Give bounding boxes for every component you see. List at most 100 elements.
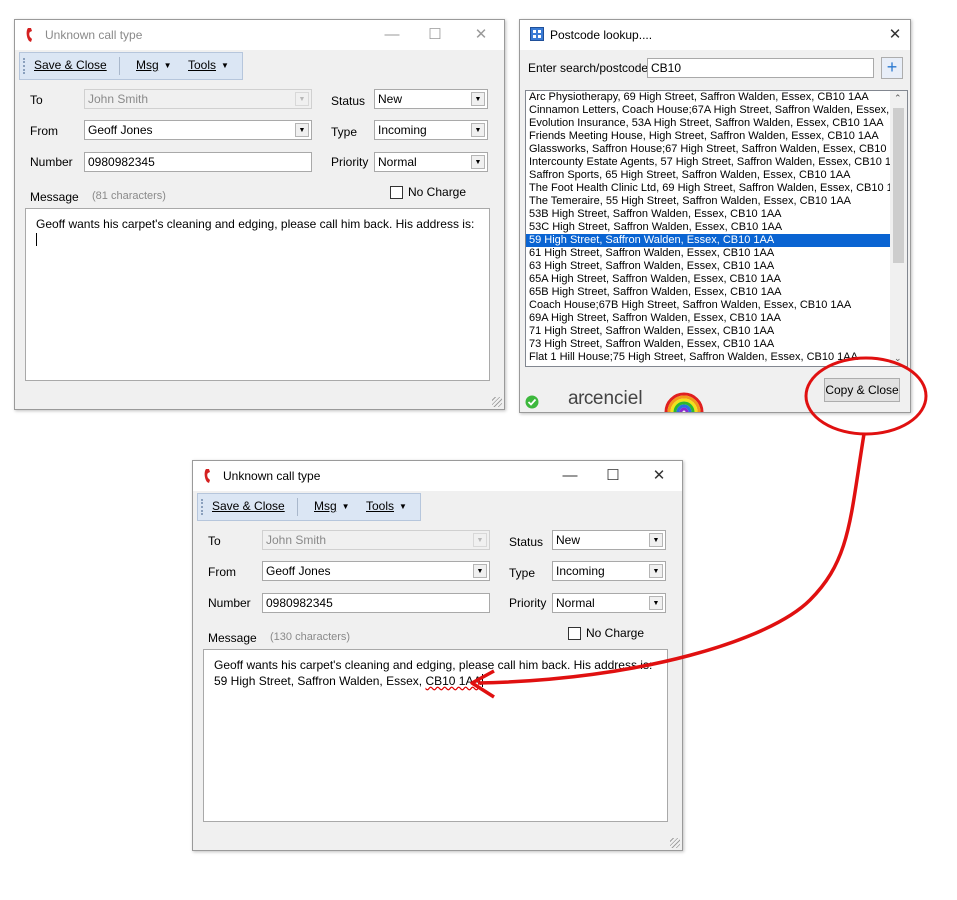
status-label: Status — [331, 94, 366, 108]
number-input[interactable]: 0980982345 — [84, 152, 312, 172]
address-list-item[interactable]: Cinnamon Letters, Coach House;67A High S… — [526, 104, 900, 117]
status-ok-icon — [525, 395, 539, 412]
toolbar-grip[interactable] — [23, 58, 27, 74]
text-caret — [36, 233, 37, 246]
type-select[interactable]: Incoming ▼ — [374, 120, 488, 140]
dropdown-arrow-icon: ▼ — [341, 502, 350, 511]
message-textarea[interactable]: Geoff wants his carpet's cleaning and ed… — [203, 649, 668, 822]
msg-menu-button[interactable]: Msg ▼ — [136, 58, 172, 72]
address-list-item[interactable]: Saffron Sports, 65 High Street, Saffron … — [526, 169, 890, 182]
message-line: Geoff wants his carpet's cleaning and ed… — [36, 217, 475, 231]
save-close-button[interactable]: Save & Close — [34, 58, 107, 72]
tools-label: Tools — [188, 58, 217, 72]
message-address-line: 59 High Street, Saffron Walden, Essex, C… — [214, 673, 657, 689]
address-list-item[interactable]: 71 High Street, Saffron Walden, Essex, C… — [526, 325, 890, 338]
toolbar-grip[interactable] — [201, 499, 205, 515]
tools-menu-button[interactable]: Tools ▼ — [188, 58, 229, 72]
toolbar-separator — [297, 498, 298, 516]
address-list-item[interactable]: 65B High Street, Saffron Walden, Essex, … — [526, 286, 890, 299]
scroll-down-icon[interactable]: ⌄ — [894, 353, 902, 364]
address-list-item[interactable]: Flat 1 Hill House;75 High Street, Saffro… — [526, 351, 890, 364]
postcode-search-input[interactable]: CB10 — [647, 58, 874, 78]
address-list-item[interactable]: 63 High Street, Saffron Walden, Essex, C… — [526, 260, 890, 273]
chevron-down-icon: ▼ — [473, 533, 487, 547]
address-list-item[interactable]: 61 High Street, Saffron Walden, Essex, C… — [526, 247, 890, 260]
from-value: Geoff Jones — [266, 564, 331, 578]
chevron-down-icon[interactable]: ▼ — [649, 564, 663, 578]
address-list-item[interactable]: Friends Meeting House, High Street, Saff… — [526, 130, 890, 143]
chevron-down-icon[interactable]: ▼ — [649, 596, 663, 610]
chevron-down-icon[interactable]: ▼ — [471, 155, 485, 169]
msg-menu-button[interactable]: Msg ▼ — [314, 499, 350, 513]
from-field[interactable]: Geoff Jones ▼ — [84, 120, 312, 140]
number-value: 0980982345 — [88, 155, 155, 169]
message-textarea[interactable]: Geoff wants his carpet's cleaning and ed… — [25, 208, 490, 381]
add-search-button[interactable]: + — [881, 57, 903, 79]
dropdown-arrow-icon: ▼ — [221, 61, 229, 70]
minimize-button[interactable]: — — [369, 20, 415, 50]
address-list-item[interactable]: 59 High Street, Saffron Walden, Essex, C… — [526, 234, 890, 247]
copy-close-button[interactable]: Copy & Close — [824, 378, 900, 402]
address-list-item[interactable]: Evolution Insurance, 53A High Street, Sa… — [526, 117, 890, 130]
to-label: To — [208, 534, 221, 548]
address-list-item[interactable]: Glassworks, Saffron House;67 High Street… — [526, 143, 903, 156]
address-results-list[interactable]: Arc Physiotherapy, 69 High Street, Saffr… — [525, 90, 908, 367]
arc-en-ciel-logo: arcenciel — [568, 388, 708, 412]
status-select[interactable]: New ▼ — [552, 530, 666, 550]
window-title: Unknown call type — [223, 469, 321, 483]
toolbar: Save & Close Msg ▼ Tools ▼ — [19, 52, 243, 80]
close-button[interactable]: ✕ — [636, 461, 682, 491]
address-list-item[interactable]: 65A High Street, Saffron Walden, Essex, … — [526, 273, 890, 286]
phone-icon — [25, 27, 37, 46]
type-select[interactable]: Incoming ▼ — [552, 561, 666, 581]
type-value: Incoming — [556, 564, 605, 578]
maximize-button[interactable]: ☐ — [590, 461, 636, 491]
close-button[interactable]: ✕ — [458, 20, 504, 50]
number-input[interactable]: 0980982345 — [262, 593, 490, 613]
address-list-item[interactable]: Intercounty Estate Agents, 57 High Stree… — [526, 156, 898, 169]
logo-text-ciel: ciel — [614, 388, 643, 409]
close-button[interactable]: ✕ — [872, 20, 918, 50]
chevron-down-icon[interactable]: ▼ — [295, 123, 309, 137]
tools-menu-button[interactable]: Tools ▼ — [366, 499, 407, 513]
maximize-button[interactable]: ☐ — [412, 20, 458, 50]
status-select[interactable]: New ▼ — [374, 89, 488, 109]
vertical-scrollbar[interactable]: ⌃ ⌄ — [890, 91, 907, 366]
priority-label: Priority — [331, 155, 369, 169]
address-list-item[interactable]: 53C High Street, Saffron Walden, Essex, … — [526, 221, 890, 234]
address-list-item[interactable]: 69A High Street, Saffron Walden, Essex, … — [526, 312, 890, 325]
address-list-item[interactable]: Arc Physiotherapy, 69 High Street, Saffr… — [526, 91, 890, 104]
no-charge-label: No Charge — [586, 626, 645, 640]
save-close-button[interactable]: Save & Close — [212, 499, 285, 513]
resize-grip[interactable] — [670, 838, 680, 848]
resize-grip[interactable] — [492, 397, 502, 407]
scroll-up-icon[interactable]: ⌃ — [894, 93, 902, 104]
priority-select[interactable]: Normal ▼ — [374, 152, 488, 172]
priority-select[interactable]: Normal ▼ — [552, 593, 666, 613]
chevron-down-icon[interactable]: ▼ — [649, 533, 663, 547]
address-list-item[interactable]: 53B High Street, Saffron Walden, Essex, … — [526, 208, 890, 221]
phone-icon — [203, 468, 215, 487]
logo-text-en: en — [592, 388, 615, 409]
search-value: CB10 — [651, 61, 682, 75]
address-list-item[interactable]: 73 High Street, Saffron Walden, Essex, C… — [526, 338, 890, 351]
title-bar: Postcode lookup.... ✕ — [520, 20, 910, 50]
address-list-item[interactable]: The Foot Health Clinic Ltd, 69 High Stre… — [526, 182, 900, 195]
status-value: New — [378, 92, 403, 106]
address-text: 59 High Street, Saffron Walden, Essex, — [214, 674, 426, 688]
status-label: Status — [509, 535, 544, 549]
no-charge-checkbox[interactable] — [390, 186, 403, 199]
address-list-item[interactable]: Coach House;67B High Street, Saffron Wal… — [526, 299, 890, 312]
no-charge-checkbox[interactable] — [568, 627, 581, 640]
chevron-down-icon[interactable]: ▼ — [471, 123, 485, 137]
type-value: Incoming — [378, 123, 427, 137]
from-field[interactable]: Geoff Jones ▼ — [262, 561, 490, 581]
scrollbar-thumb[interactable] — [893, 108, 904, 263]
from-label: From — [208, 565, 236, 579]
chevron-down-icon[interactable]: ▼ — [473, 564, 487, 578]
priority-label: Priority — [509, 596, 547, 610]
chevron-down-icon[interactable]: ▼ — [471, 92, 485, 106]
message-label: Message — [30, 190, 79, 204]
minimize-button[interactable]: — — [547, 461, 593, 491]
address-list-item[interactable]: The Temeraire, 55 High Street, Saffron W… — [526, 195, 890, 208]
